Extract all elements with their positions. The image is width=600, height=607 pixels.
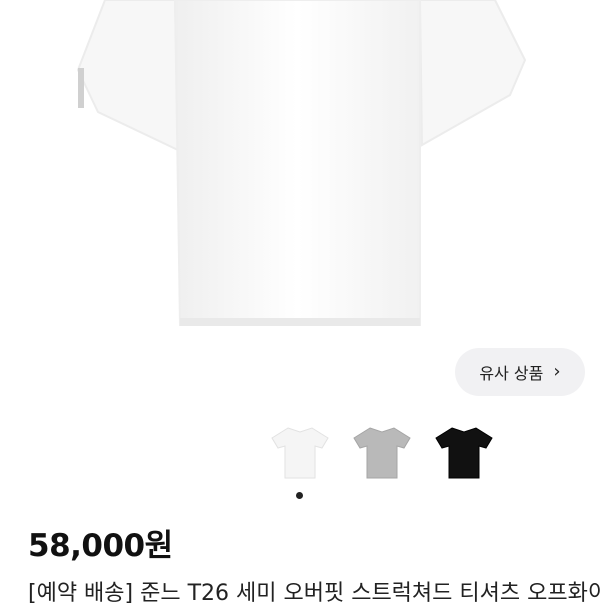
carousel-dot-indicator bbox=[296, 492, 303, 499]
color-thumbnail-list bbox=[270, 420, 494, 480]
product-hero-image[interactable] bbox=[0, 0, 600, 340]
white-tshirt-thumbnail[interactable] bbox=[270, 420, 330, 480]
carousel-dot-active bbox=[296, 492, 303, 499]
tshirt-illustration bbox=[76, 0, 527, 326]
product-price: 58,000원 bbox=[28, 528, 173, 564]
black-tshirt-thumbnail[interactable] bbox=[434, 420, 494, 480]
chevron-right-icon: › bbox=[553, 361, 561, 382]
gray-tshirt-thumbnail[interactable] bbox=[352, 420, 412, 480]
similar-products-label: 유사 상품 bbox=[479, 364, 544, 383]
similar-products-button[interactable]: 유사 상품 › bbox=[455, 348, 585, 396]
product-title: [예약 배송] 준느 T26 세미 오버핏 스트럭쳐드 티셔츠 오프화이트 bbox=[28, 581, 600, 606]
